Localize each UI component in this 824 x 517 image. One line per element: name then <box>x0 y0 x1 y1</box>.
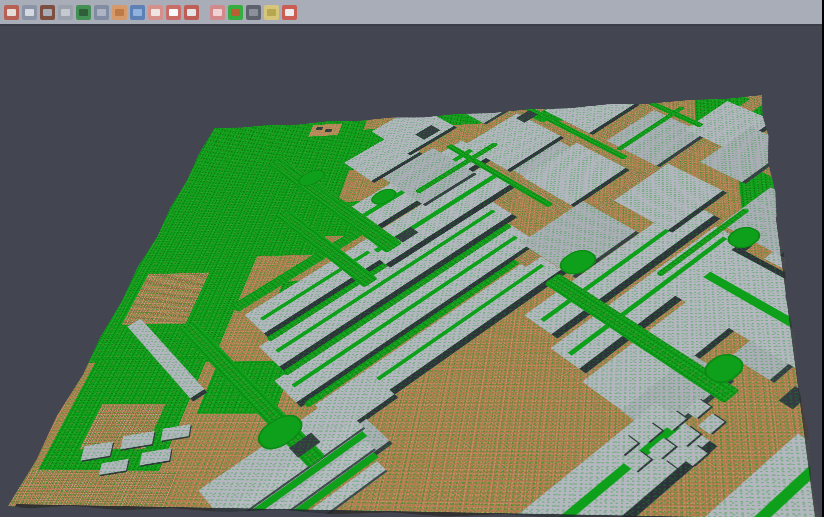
icon-grid-glyph <box>213 9 222 16</box>
icon-target[interactable] <box>166 5 181 20</box>
icon-points-glyph <box>61 9 70 16</box>
speckle-overlay <box>7 95 821 517</box>
cloud-roof <box>676 34 758 74</box>
icon-clip-glyph <box>7 9 16 16</box>
viewport-3d[interactable] <box>0 28 824 517</box>
icon-terrain[interactable] <box>40 5 55 20</box>
cloud-green <box>708 70 743 89</box>
toolbar <box>0 0 824 26</box>
icon-clip[interactable] <box>4 5 19 20</box>
icon-mesh-glyph <box>79 9 88 16</box>
icon-terrain-glyph <box>43 9 52 16</box>
icon-measure-glyph <box>285 9 294 16</box>
cloud-roof <box>638 28 710 40</box>
icon-delete[interactable] <box>264 5 279 20</box>
toolbar-icons <box>2 5 299 20</box>
icon-volume-glyph <box>97 9 106 16</box>
point-cloud-tile <box>7 95 821 517</box>
icon-measure[interactable] <box>282 5 297 20</box>
cloud-green <box>379 96 409 113</box>
icon-sphere-glyph <box>249 9 258 16</box>
icon-classify-glyph <box>231 9 240 16</box>
icon-points[interactable] <box>58 5 73 20</box>
icon-ortho-glyph <box>115 9 124 16</box>
icon-cross-section[interactable] <box>22 5 37 20</box>
cloud-roof <box>774 102 824 154</box>
cloud-dark <box>567 63 590 75</box>
cloud-gveg <box>646 46 756 92</box>
icon-ortho[interactable] <box>112 5 127 20</box>
icon-classify[interactable] <box>228 5 243 20</box>
cloud-roof <box>802 154 824 217</box>
cloud-roof <box>516 49 600 93</box>
icon-sphere[interactable] <box>246 5 261 20</box>
icon-cross-section-glyph <box>25 9 34 16</box>
icon-list-glyph <box>151 9 160 16</box>
icon-volume[interactable] <box>94 5 109 20</box>
icon-mesh[interactable] <box>76 5 91 20</box>
cloud-roof2 <box>584 28 663 63</box>
icon-clear-glyph <box>187 9 196 16</box>
icon-list[interactable] <box>148 5 163 20</box>
icon-delete-glyph <box>267 9 276 16</box>
icon-globe-glyph <box>133 9 142 16</box>
cloud-green <box>801 104 824 126</box>
icon-grid[interactable] <box>210 5 225 20</box>
icon-clear[interactable] <box>184 5 199 20</box>
icon-target-glyph <box>169 9 178 16</box>
cloud-roof2 <box>616 56 706 103</box>
icon-globe[interactable] <box>130 5 145 20</box>
